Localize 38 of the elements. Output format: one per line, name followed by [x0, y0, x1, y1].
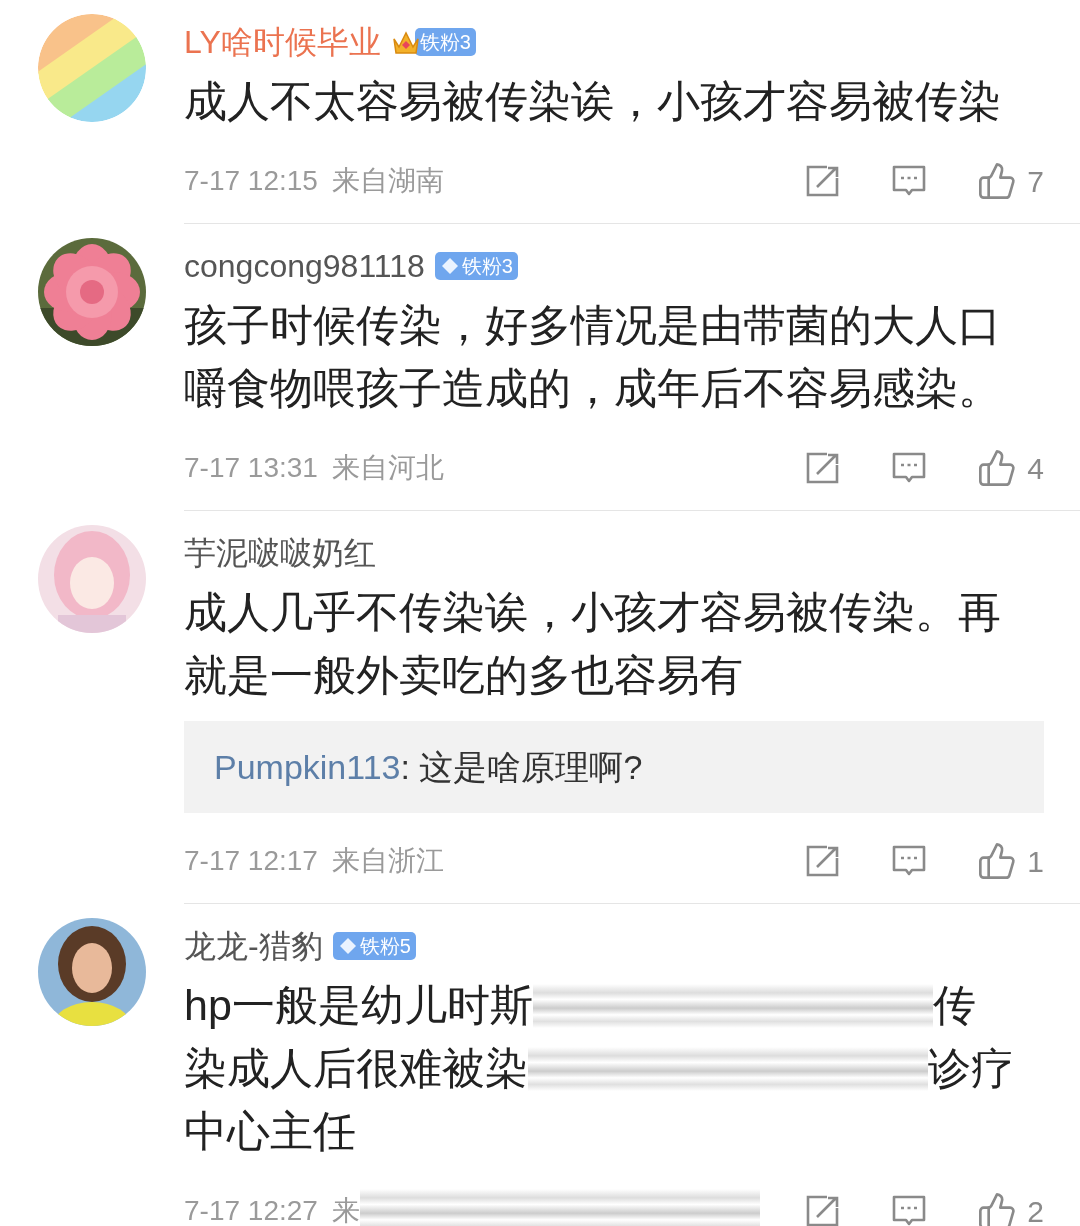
like-icon[interactable] [977, 448, 1018, 488]
fan-badge: 铁粉5 [332, 932, 416, 960]
comment-location: 来自湖南 [331, 164, 444, 198]
like-icon[interactable] [977, 1191, 1018, 1226]
comment-icon [891, 844, 928, 878]
like-icon[interactable] [977, 161, 1018, 201]
user-name[interactable]: 龙龙-猎豹 [184, 922, 323, 970]
user-name[interactable]: 芋泥啵啵奶红 [184, 529, 376, 577]
fan-badge: 铁粉3 [434, 252, 518, 280]
comment-text: 诊疗 [928, 1043, 1014, 1095]
comment-time: 7-17 12:17 [184, 844, 318, 878]
comment-location: 来自浙江 [331, 844, 444, 878]
like-icon[interactable] [977, 841, 1018, 881]
like-count: 4 [1027, 450, 1044, 487]
comment-location: 来 [331, 1194, 360, 1226]
comment-text: 嚼食物喂孩子造成的，成年后不容易感染。 [184, 363, 1001, 415]
comment-text: 传 [932, 980, 976, 1032]
like-count: 2 [1027, 1193, 1044, 1226]
comment-text: 染成人后很难被染 [184, 1043, 528, 1095]
like-count: 7 [1027, 163, 1044, 200]
comment-icon [891, 1194, 928, 1226]
comment-text: hp一般是幼儿时斯 [184, 980, 533, 1032]
like-count: 1 [1027, 843, 1044, 880]
comment-time: 7-17 13:31 [184, 451, 318, 485]
fan-badge: 铁粉3 [414, 28, 476, 56]
comment-time: 7-17 12:27 [184, 1194, 318, 1226]
comment-text: 中心主任 [184, 1106, 356, 1158]
comment-time: 7-17 12:15 [184, 164, 318, 198]
comment-location: 来自河北 [331, 451, 444, 485]
comment-text: 就是一般外卖吃的多也容易有 [184, 650, 743, 702]
comment-icon [891, 451, 928, 485]
reply-text: : 这是啥原理啊? [400, 746, 643, 788]
comment-text: 成人几乎不传染诶，小孩才容易被传染。再 [184, 587, 1001, 639]
comment-text: 成人不太容易被传染诶，小孩才容易被传染 [184, 76, 1001, 128]
comment-icon [891, 164, 928, 198]
comment-text: 孩子时候传染，好多情况是由带菌的大人口 [184, 300, 1001, 352]
user-name[interactable]: congcong981118 [184, 242, 425, 290]
reply-user[interactable]: Pumpkin113 [214, 741, 401, 793]
